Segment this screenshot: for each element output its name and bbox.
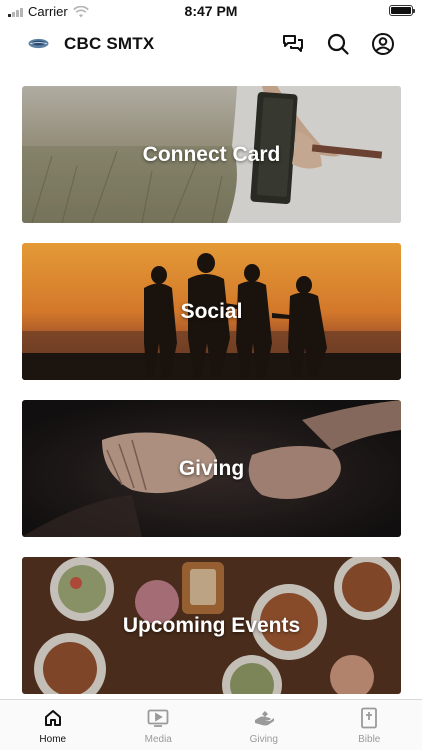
tab-label: Giving <box>249 734 278 745</box>
card-label: Giving <box>178 456 245 480</box>
battery-icon <box>389 5 415 16</box>
status-bar: Carrier 8:47 PM <box>0 0 422 22</box>
connect-card-tile[interactable]: Connect Card <box>22 86 401 223</box>
card-feed: Connect Card Social Giving Upcoming Even… <box>22 86 401 714</box>
social-tile[interactable]: Social <box>22 243 401 380</box>
search-icon[interactable] <box>325 31 351 57</box>
bible-icon <box>357 707 381 729</box>
tab-label: Bible <box>358 734 381 745</box>
tab-bible[interactable]: Bible <box>317 700 422 750</box>
bottom-tab-bar: Home Media Giving Bible <box>0 699 422 750</box>
card-label: Upcoming Events <box>122 613 301 637</box>
home-icon <box>41 707 65 729</box>
profile-icon[interactable] <box>370 31 396 57</box>
tab-label: Media <box>144 734 172 745</box>
tab-label: Home <box>39 734 67 745</box>
app-header: CBC SMTX <box>0 22 422 66</box>
tab-media[interactable]: Media <box>106 700 212 750</box>
app-title: CBC SMTX <box>64 34 155 53</box>
giving-icon <box>252 707 276 729</box>
giving-tile[interactable]: Giving <box>22 400 401 537</box>
tab-giving[interactable]: Giving <box>211 700 317 750</box>
card-label: Social <box>180 299 243 323</box>
chat-icon[interactable] <box>280 31 306 57</box>
status-time: 8:47 PM <box>184 3 238 19</box>
tab-home[interactable]: Home <box>0 700 106 750</box>
media-icon <box>146 707 170 729</box>
church-logo-icon <box>28 38 49 49</box>
upcoming-events-tile[interactable]: Upcoming Events <box>22 557 401 694</box>
card-label: Connect Card <box>142 142 281 166</box>
